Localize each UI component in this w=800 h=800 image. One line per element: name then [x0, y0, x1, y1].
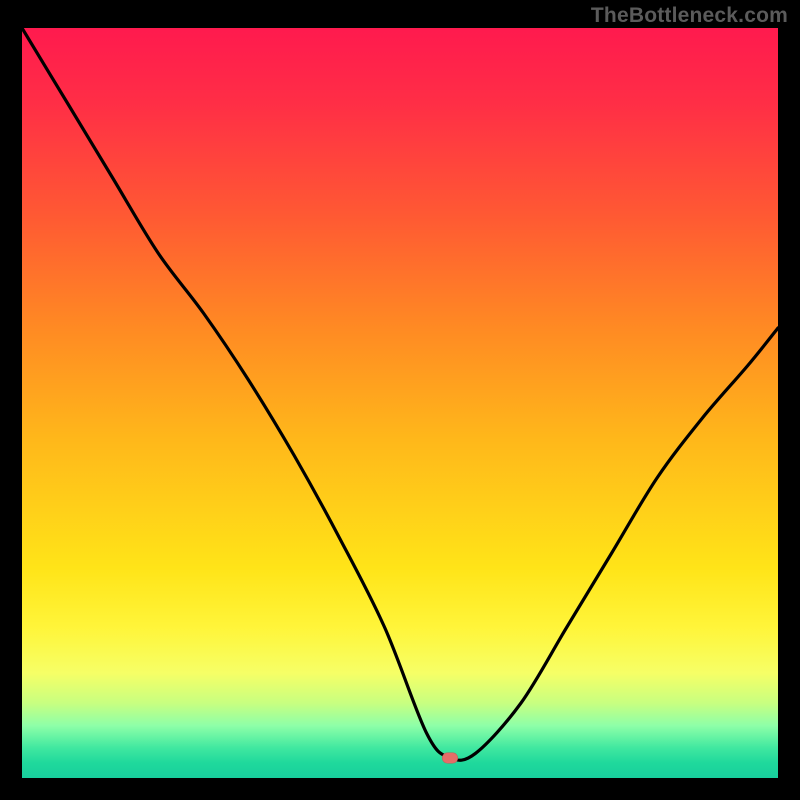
chart-frame: TheBottleneck.com	[0, 0, 800, 800]
bottleneck-curve	[22, 28, 778, 778]
plot-area	[22, 28, 778, 778]
optimal-point-marker	[442, 752, 458, 763]
watermark-text: TheBottleneck.com	[591, 4, 788, 28]
